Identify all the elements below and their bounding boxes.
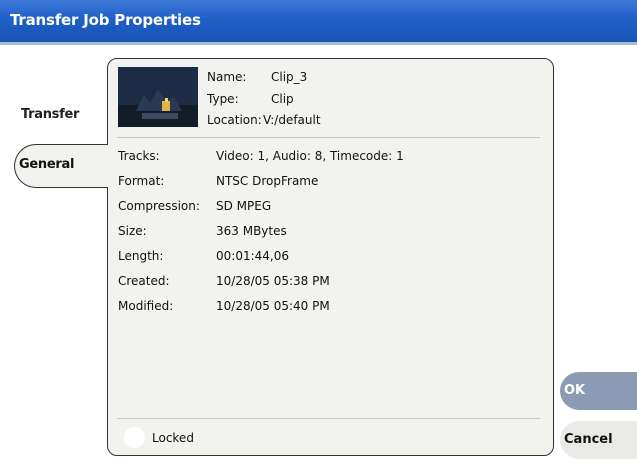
size-label: Size: [118, 224, 147, 238]
window-title: Transfer Job Properties [10, 11, 201, 29]
title-bar: Transfer Job Properties [0, 0, 637, 42]
type-value: Clip [271, 92, 294, 106]
size-value: 363 MBytes [216, 224, 287, 238]
locked-label: Locked [152, 431, 194, 445]
tab-general[interactable]: General [19, 157, 74, 172]
location-value: V:/default [263, 113, 321, 127]
ok-button[interactable]: OK [560, 372, 637, 410]
format-label: Format: [118, 174, 165, 188]
cancel-button[interactable]: Cancel [560, 421, 637, 459]
compression-label: Compression: [118, 199, 200, 213]
clip-thumbnail [118, 67, 198, 127]
locked-radio[interactable] [124, 427, 145, 448]
tab-transfer[interactable]: Transfer [21, 107, 79, 122]
name-label: Name: [207, 70, 247, 84]
title-bar-divider [0, 42, 637, 45]
modified-value: 10/28/05 05:40 PM [216, 299, 330, 313]
created-label: Created: [118, 274, 170, 288]
tracks-label: Tracks: [118, 149, 160, 163]
modified-label: Modified: [118, 299, 174, 313]
tab-panel-join [106, 145, 109, 187]
clip-thumbnail-image [118, 67, 198, 127]
length-value: 00:01:44,06 [216, 249, 289, 263]
tracks-value: Video: 1, Audio: 8, Timecode: 1 [216, 149, 404, 163]
header-divider [117, 137, 540, 138]
footer-divider [117, 418, 540, 419]
type-label: Type: [207, 92, 239, 106]
format-value: NTSC DropFrame [216, 174, 319, 188]
location-label: Location: [207, 113, 262, 127]
length-label: Length: [118, 249, 164, 263]
created-value: 10/28/05 05:38 PM [216, 274, 330, 288]
compression-value: SD MPEG [216, 199, 272, 213]
name-value: Clip_3 [271, 70, 308, 84]
